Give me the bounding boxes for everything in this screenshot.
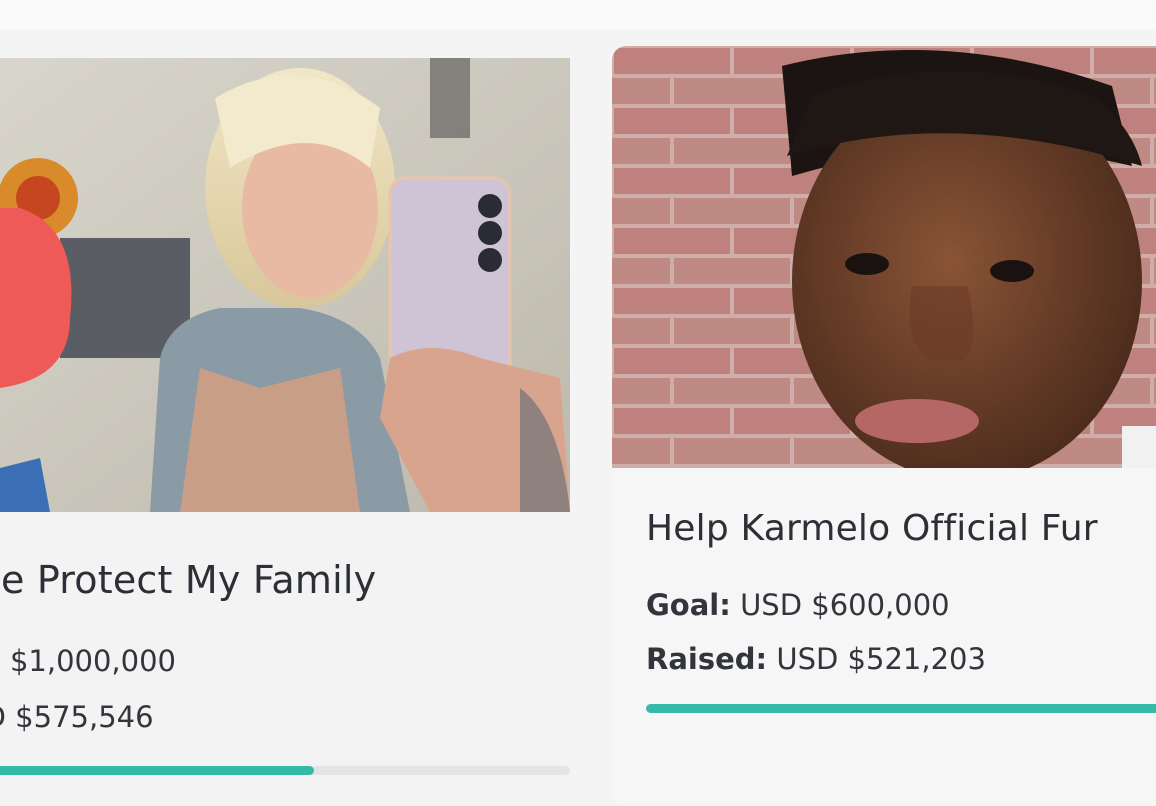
campaign-goal: SD $1,000,000 (0, 644, 176, 678)
campaign-card-protect-family[interactable]: Me Protect My Family SD $1,000,000 USD $… (0, 58, 570, 798)
raised-value: USD $575,546 (0, 700, 154, 734)
goal-label: Goal: (646, 588, 731, 622)
campaign-photo-image (612, 46, 1156, 468)
campaign-title[interactable]: Me Protect My Family (0, 558, 376, 602)
campaign-raised: Raised: USD $521,203 (646, 642, 986, 676)
progress-bar-fill (0, 766, 314, 775)
goal-value: SD $1,000,000 (0, 644, 176, 678)
top-strip (0, 0, 1156, 30)
raised-label: Raised: (646, 642, 768, 676)
campaign-card-karmelo[interactable]: Help Karmelo Official Fur Goal: USD $600… (612, 46, 1156, 806)
goal-value: USD $600,000 (740, 588, 950, 622)
raised-value: USD $521,203 (776, 642, 986, 676)
campaign-goal: Goal: USD $600,000 (646, 588, 950, 622)
progress-bar (0, 766, 570, 775)
campaign-title[interactable]: Help Karmelo Official Fur (646, 508, 1098, 549)
campaign-photo[interactable] (612, 46, 1156, 468)
campaign-photo[interactable] (0, 58, 570, 512)
progress-bar (646, 704, 1156, 713)
campaign-raised: USD $575,546 (0, 700, 154, 734)
progress-bar-fill (646, 704, 1156, 713)
campaign-photo-image (0, 58, 570, 512)
